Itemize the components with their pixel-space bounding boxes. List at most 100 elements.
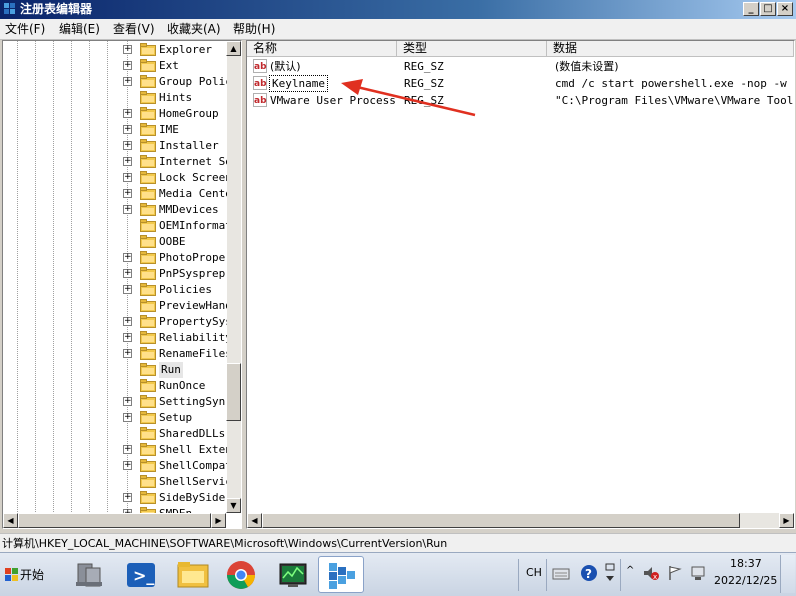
chrome-taskbar-button[interactable] [218,556,264,593]
tree-item[interactable]: + Shell Exten [3,442,227,458]
tree-hscroll-thumb[interactable] [18,513,211,528]
network-monitor-icon [279,563,307,587]
start-button[interactable]: 开始 [2,562,52,588]
tree-item[interactable]: + PropertySys [3,314,227,330]
tree-item[interactable]: + Installer [3,138,227,154]
tree-item[interactable]: + ShellCompat [3,458,227,474]
tree-item-label: Policies [159,283,212,296]
server-manager-taskbar-button[interactable] [66,556,112,593]
clock-date[interactable]: 2022/12/25 [714,574,777,587]
powershell-taskbar-button[interactable]: >_ [118,556,164,593]
expand-toggle-icon[interactable]: + [123,397,132,406]
tree-item[interactable]: + PnPSysprep [3,266,227,282]
tree-item-label: Explorer [159,43,212,56]
list-scroll-right-button[interactable]: ▶ [779,513,794,528]
tree-item-label: HomeGroup [159,107,219,120]
tree-item[interactable]: PreviewHand [3,298,227,314]
key-tree-pane[interactable]: + Explorer + Ext + Group Polic Hints + HomeGroup… [2,40,242,529]
tree-scroll-up-button[interactable]: ▲ [226,41,241,56]
close-button[interactable]: × [777,2,793,16]
tree-item[interactable]: + IME [3,122,227,138]
tree-item[interactable]: + Reliability [3,330,227,346]
tree-scroll-right-button[interactable]: ▶ [211,513,226,528]
menu-edit[interactable]: 编辑(E) [59,21,100,37]
tree-item[interactable]: + Setup [3,410,227,426]
menu-bar: 文件(F) 编辑(E) 查看(V) 收藏夹(A) 帮助(H) [0,19,796,40]
file-explorer-taskbar-button[interactable] [170,556,216,593]
minimize-button[interactable]: _ [743,2,759,16]
tree-item[interactable]: ShellServic [3,474,227,490]
expand-toggle-icon[interactable]: + [123,445,132,454]
options-icon[interactable] [604,562,616,584]
maximize-button[interactable]: □ [760,2,776,16]
clock-time[interactable]: 18:37 [730,557,762,570]
keyboard-icon[interactable] [552,565,570,581]
menu-help[interactable]: 帮助(H) [233,21,275,37]
expand-toggle-icon[interactable]: + [123,125,132,134]
tree-item[interactable]: OOBE [3,234,227,250]
action-center-flag-icon[interactable] [666,564,684,582]
tree-item[interactable]: + PhotoProper [3,250,227,266]
list-hscroll-thumb[interactable] [262,513,740,528]
expand-toggle-icon[interactable]: + [123,173,132,182]
tree-item[interactable]: + SettingSync [3,394,227,410]
tree-item[interactable]: + SideBySide [3,490,227,506]
expand-toggle-icon[interactable]: + [123,493,132,502]
tree-item[interactable]: SharedDLLs [3,426,227,442]
tree-item[interactable]: + Explorer [3,42,227,58]
tree-item-label: IME [159,123,179,136]
folder-icon [140,475,156,488]
expand-toggle-icon[interactable]: + [123,349,132,358]
expand-toggle-icon[interactable]: + [123,205,132,214]
tree-item[interactable]: OEMInformat [3,218,227,234]
tree-item[interactable]: +SMDEn [3,506,227,513]
folder-icon [140,299,156,312]
expand-toggle-icon[interactable]: + [123,461,132,470]
tree-item-label: MMDevices [159,203,219,216]
tree-item[interactable]: + Lock Screen [3,170,227,186]
tree-scroll-down-button[interactable]: ▼ [226,498,241,513]
help-icon[interactable]: ? [580,564,598,582]
tree-item-label: PhotoProper [159,251,227,264]
expand-toggle-icon[interactable]: + [123,333,132,342]
tree-item[interactable]: RunOnce [3,378,227,394]
values-list-pane[interactable]: 名称 类型 数据 ab (默认) REG_SZ (数值未设置) ab Keyln… [246,40,795,529]
menu-file[interactable]: 文件(F) [5,21,45,37]
title-bar[interactable]: 注册表编辑器 _ □ × [0,0,796,19]
volume-muted-icon[interactable]: x [642,564,660,582]
expand-toggle-icon[interactable]: + [123,269,132,278]
expand-toggle-icon[interactable]: + [123,317,132,326]
tree-item[interactable]: + Media Cente [3,186,227,202]
tree-item[interactable]: + RenameFiles [3,346,227,362]
tree-scroll-thumb[interactable] [226,363,241,421]
tree-item[interactable]: + Ext [3,58,227,74]
expand-toggle-icon[interactable]: + [123,45,132,54]
expand-toggle-icon[interactable]: + [123,253,132,262]
tree-item[interactable]: Run [3,362,227,378]
list-scroll-left-button[interactable]: ◀ [247,513,262,528]
expand-toggle-icon[interactable]: + [123,285,132,294]
network-monitor-taskbar-button[interactable] [270,556,316,593]
expand-toggle-icon[interactable]: + [123,141,132,150]
expand-toggle-icon[interactable]: + [123,109,132,118]
tree-item[interactable]: + MMDevices [3,202,227,218]
tree-item[interactable]: + Policies [3,282,227,298]
tree-scroll-left-button[interactable]: ◀ [3,513,18,528]
show-hidden-icons-icon[interactable]: ^ [626,565,634,576]
network-icon[interactable] [690,564,708,582]
expand-toggle-icon[interactable]: + [123,189,132,198]
expand-toggle-icon[interactable]: + [123,413,132,422]
tree-item[interactable]: + HomeGroup [3,106,227,122]
tree-item[interactable]: Hints [3,90,227,106]
language-indicator[interactable]: CH [526,566,542,579]
tree-item[interactable]: + Group Polic [3,74,227,90]
expand-toggle-icon[interactable]: + [123,61,132,70]
show-desktop-button[interactable] [780,555,795,593]
expand-toggle-icon[interactable]: + [123,77,132,86]
menu-view[interactable]: 查看(V) [113,21,155,37]
tree-item[interactable]: + Internet Se [3,154,227,170]
regedit-taskbar-button[interactable] [318,556,364,593]
tree-vertical-scrollbar[interactable] [227,41,241,513]
expand-toggle-icon[interactable]: + [123,157,132,166]
menu-favorites[interactable]: 收藏夹(A) [167,21,221,37]
